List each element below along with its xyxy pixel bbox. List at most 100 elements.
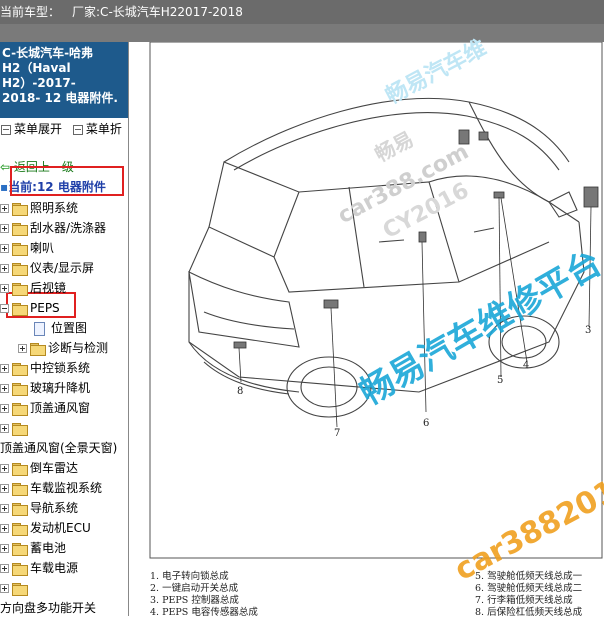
folder-icon: [12, 282, 28, 296]
expand-icon[interactable]: [0, 524, 9, 533]
tree-item-label: PEPS: [30, 301, 60, 315]
expand-icon[interactable]: [0, 544, 9, 553]
tree-item: 顶盖通风窗(全景天窗): [0, 438, 117, 458]
tree-item[interactable]: [0, 578, 30, 598]
tree-item[interactable]: 照明系统: [0, 198, 78, 218]
tree-item-label: 顶盖通风窗(全景天窗): [0, 441, 118, 455]
title-bar: 当前车型： 厂家:C-长城汽车H22017-2018: [0, 0, 604, 24]
callout-8: 8: [237, 386, 243, 397]
tree-item-label: 顶盖通风窗: [30, 401, 91, 415]
tree-item-label: 诊断与检测: [48, 341, 109, 355]
folder-icon: [12, 582, 28, 596]
folder-icon: [12, 422, 28, 436]
callout-5: 5: [497, 375, 503, 386]
menu-collapse-label: 菜单折: [85, 122, 122, 136]
toolbar-strip: [0, 24, 604, 42]
folder-icon: [12, 262, 28, 276]
tree-item[interactable]: 诊断与检测: [18, 338, 108, 358]
car-icon: ▪: [0, 180, 9, 194]
tree-item[interactable]: 顶盖通风窗: [0, 398, 90, 418]
menu-expand-button[interactable]: 菜单展开: [0, 120, 62, 137]
tree-item[interactable]: 蓄电池: [0, 538, 66, 558]
diagram-area: 3 4 5 6 7 8 畅易汽车维 畅易 car388.com CY2016 畅…: [129, 36, 604, 616]
tree-item-doc[interactable]: 位置图: [18, 318, 87, 338]
tree-item-label: 车载电源: [30, 561, 79, 575]
folder-icon: [12, 482, 28, 496]
callout-4: 4: [523, 360, 529, 371]
folder-icon: [12, 382, 28, 396]
tree-item-label: 倒车雷达: [30, 461, 79, 475]
tree-item-label: 中控锁系统: [30, 361, 91, 375]
tree-item-label: 发动机ECU: [30, 521, 91, 535]
folder-icon: [12, 362, 28, 376]
expand-icon[interactable]: [0, 504, 9, 513]
tree-item-label: 方向盘多功能开关: [0, 601, 97, 615]
vehicle-label: 当前车型：: [0, 5, 61, 19]
expand-icon[interactable]: [0, 584, 9, 593]
folder-icon: [12, 302, 28, 316]
tree-item-label: 刮水器/洗涤器: [30, 221, 107, 235]
tree-item[interactable]: 导航系统: [0, 498, 78, 518]
expand-icon[interactable]: [18, 344, 27, 353]
expand-icon[interactable]: [0, 404, 9, 413]
vehicle-value: 厂家:C-长城汽车H22017-2018: [72, 5, 243, 19]
folder-icon: [12, 402, 28, 416]
tree-item[interactable]: 倒车雷达: [0, 458, 78, 478]
folder-icon: [12, 222, 28, 236]
menu-icon: [72, 124, 83, 135]
tree-item-label: 仪表/显示屏: [30, 261, 95, 275]
expand-icon[interactable]: [0, 484, 9, 493]
expand-icon[interactable]: [0, 364, 9, 373]
title-line: C-长城汽车-哈弗: [2, 46, 94, 60]
document-icon: [34, 321, 45, 336]
tree-item-label: 车载监视系统: [30, 481, 103, 495]
tree-item-label: 喇叭: [30, 241, 55, 255]
tree-item[interactable]: 后视镜: [0, 278, 66, 298]
sidebar-title: C-长城汽车-哈弗 H2（Haval H2）-2017- 2018- 12 电器…: [0, 42, 128, 118]
tree-item[interactable]: [0, 418, 30, 438]
callout-6: 6: [423, 418, 429, 429]
tree-item[interactable]: 刮水器/洗涤器: [0, 218, 106, 238]
menu-collapse-button[interactable]: 菜单折: [72, 120, 122, 137]
tree-item[interactable]: 玻璃升降机: [0, 378, 90, 398]
folder-icon: [12, 242, 28, 256]
tree-item[interactable]: PEPS: [0, 298, 60, 318]
highlight-box: [10, 166, 124, 196]
expand-icon[interactable]: [0, 564, 9, 573]
callout-7: 7: [334, 428, 340, 439]
title-line: H2（Haval: [2, 61, 71, 75]
tree-item-label: 蓄电池: [30, 541, 67, 555]
collapse-icon[interactable]: [0, 304, 9, 313]
tree-item[interactable]: 喇叭: [0, 238, 54, 258]
callout-3: 3: [585, 325, 591, 336]
menu-icon: [1, 124, 11, 135]
folder-icon: [12, 462, 28, 476]
expand-icon[interactable]: [0, 264, 9, 273]
tree-item-label: 导航系统: [30, 501, 79, 515]
tree-item-label: 后视镜: [30, 281, 67, 295]
folder-icon: [12, 202, 28, 216]
folder-icon: [12, 542, 28, 556]
folder-icon: [12, 502, 28, 516]
tree-item[interactable]: 车载监视系统: [0, 478, 102, 498]
tree-item[interactable]: 仪表/显示屏: [0, 258, 94, 278]
tree-item: 方向盘多功能开关: [0, 598, 96, 616]
tree-item[interactable]: 车载电源: [0, 558, 78, 578]
folder-icon: [12, 562, 28, 576]
tree-item-label: 照明系统: [30, 201, 79, 215]
folder-icon: [30, 342, 46, 356]
tree-item[interactable]: 发动机ECU: [0, 518, 91, 538]
title-line: H2）-2017-: [2, 76, 76, 90]
tree-item-label: 玻璃升降机: [30, 381, 91, 395]
expand-icon[interactable]: [0, 384, 9, 393]
title-line: 2018- 12 电器附件.: [2, 91, 118, 105]
expand-icon[interactable]: [0, 224, 9, 233]
back-arrow-icon: ⇦: [0, 160, 11, 174]
tree-item[interactable]: 中控锁系统: [0, 358, 90, 378]
expand-icon[interactable]: [0, 464, 9, 473]
expand-icon[interactable]: [0, 284, 9, 293]
expand-icon[interactable]: [0, 204, 9, 213]
tree-item-label: 位置图: [51, 321, 88, 335]
expand-icon[interactable]: [0, 424, 9, 433]
expand-icon[interactable]: [0, 244, 9, 253]
